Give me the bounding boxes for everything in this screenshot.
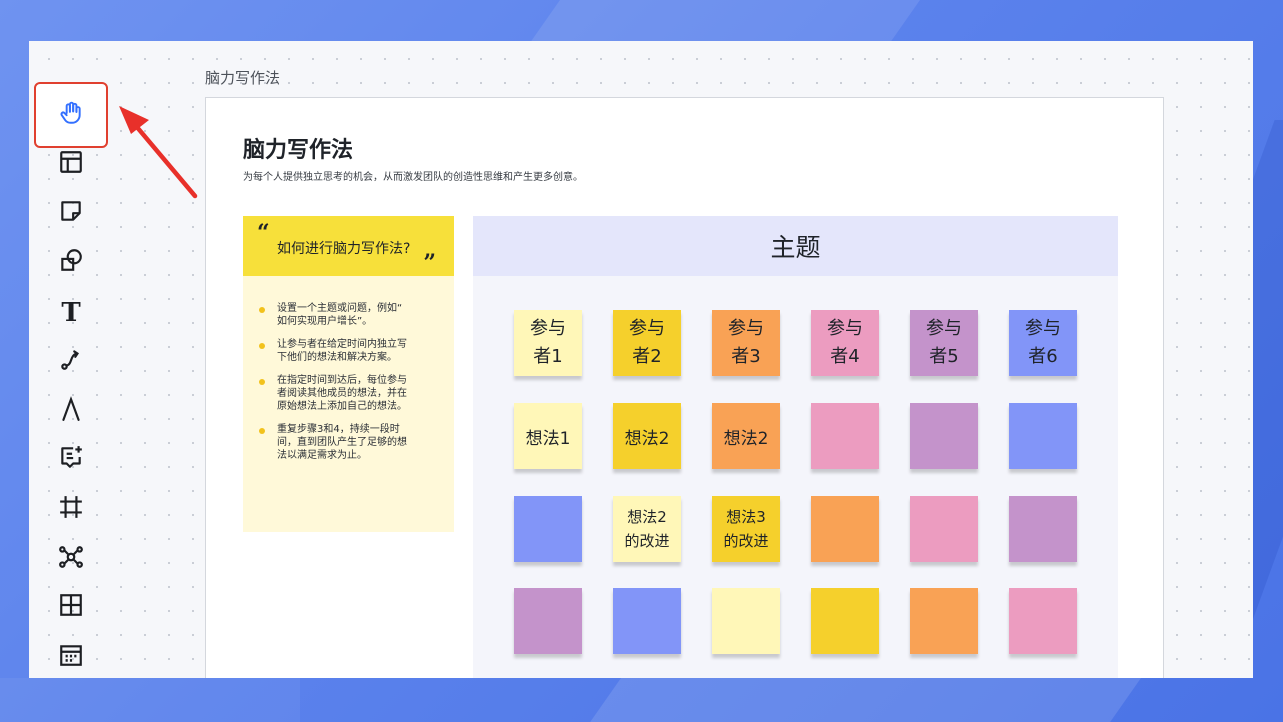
sticky-note[interactable]: 参与 者4 [811,310,879,376]
annotation-arrow-icon [119,106,198,199]
table-tool-button[interactable] [49,587,93,627]
step-item: 设置一个主题或问题，例如“ 如何实现用户增长”。 [259,302,439,328]
table-icon [58,592,84,622]
connector-tool-button[interactable] [49,341,93,381]
board-title[interactable]: 主题 [473,216,1118,276]
sticky-note[interactable] [514,588,582,654]
sticky-note[interactable] [712,588,780,654]
guide-heading: 如何进行脑力写作法? [277,241,411,257]
frame-tool-button[interactable] [49,489,93,529]
sticky-note[interactable]: 参与 者3 [712,310,780,376]
comment-tool-button[interactable] [49,439,93,479]
shapes-icon [58,247,84,277]
template-tool-button[interactable] [49,144,93,184]
calendar-tool-button[interactable] [49,637,93,677]
calendar-icon [58,642,84,672]
hand-tool-button[interactable] [34,82,108,148]
step-item: 让参与者在给定时间内独立写 下他们的想法和解决方案。 [259,338,439,364]
sticky-note[interactable] [1009,496,1077,562]
hand-icon [58,100,84,130]
tool-sidebar: T [29,41,109,678]
step-item: 在指定时间到达后，每位参与 者阅读其他成员的想法，并在 原始想法上添加自己的想法… [259,374,439,413]
layout-icon [58,149,84,179]
pen-icon [58,396,84,426]
sticky-note[interactable] [910,588,978,654]
guide-heading-card[interactable]: “ 如何进行脑力写作法? ” [243,216,454,276]
open-quote-icon: “ [257,220,270,246]
sticky-note[interactable]: 参与 者1 [514,310,582,376]
sticky-note[interactable]: 想法2 [613,403,681,469]
frame-title: 脑力写作法 [243,138,354,163]
frame-icon [58,494,84,524]
sticky-note[interactable] [1009,588,1077,654]
close-quote-icon: ” [423,250,436,276]
sticky-note[interactable] [910,496,978,562]
sticky-note[interactable]: 想法1 [514,403,582,469]
sticky-note[interactable] [910,403,978,469]
topic-board[interactable]: 主题 参与 者1 参与 者2 参与 者3 参与 者4 参与 者5 参与 者6 想法1 想法2 想… [473,216,1118,678]
steps-list: 设置一个主题或问题，例如“ 如何实现用户增长”。 让参与者在给定时间内独立写 下… [259,302,439,472]
sticky-note[interactable] [811,588,879,654]
whiteboard-canvas[interactable]: T 脑力写作法 脑力写作法 为每个人提供独立思考的机会，从而激发团队的创造性思维… [29,41,1253,678]
sticky-note[interactable]: 想法2 的改进 [613,496,681,562]
sticky-note[interactable]: 参与 者6 [1009,310,1077,376]
sticky-note[interactable] [514,496,582,562]
sticky-note[interactable]: 参与 者5 [910,310,978,376]
sticky-note[interactable]: 参与 者2 [613,310,681,376]
text-tool-button[interactable]: T [49,293,93,333]
sticky-note[interactable] [811,403,879,469]
shape-tool-button[interactable] [49,242,93,282]
sticky-note[interactable] [613,588,681,654]
sticky-note[interactable]: 想法3 的改进 [712,496,780,562]
brainwriting-frame[interactable]: 脑力写作法 为每个人提供独立思考的机会，从而激发团队的创造性思维和产生更多创意。… [205,97,1164,678]
sticky-note[interactable] [811,496,879,562]
sticky-note[interactable] [1009,403,1077,469]
pen-tool-button[interactable] [49,391,93,431]
frame-label[interactable]: 脑力写作法 [205,67,280,88]
sticky-note-icon [58,198,84,228]
frame-subtitle: 为每个人提供独立思考的机会，从而激发团队的创造性思维和产生更多创意。 [243,172,583,183]
sticky-note-tool-button[interactable] [49,193,93,233]
step-item: 重复步骤3和4，持续一段时 间，直到团队产生了足够的想 法以满足需求为止。 [259,423,439,462]
text-icon: T [61,298,81,328]
sticky-note[interactable]: 想法2 [712,403,780,469]
mindmap-tool-button[interactable] [49,539,93,579]
guide-steps-card[interactable]: 设置一个主题或问题，例如“ 如何实现用户增长”。 让参与者在给定时间内独立写 下… [243,276,454,532]
mindmap-icon [58,544,84,574]
comment-add-icon [58,444,84,474]
connector-icon [58,346,84,376]
